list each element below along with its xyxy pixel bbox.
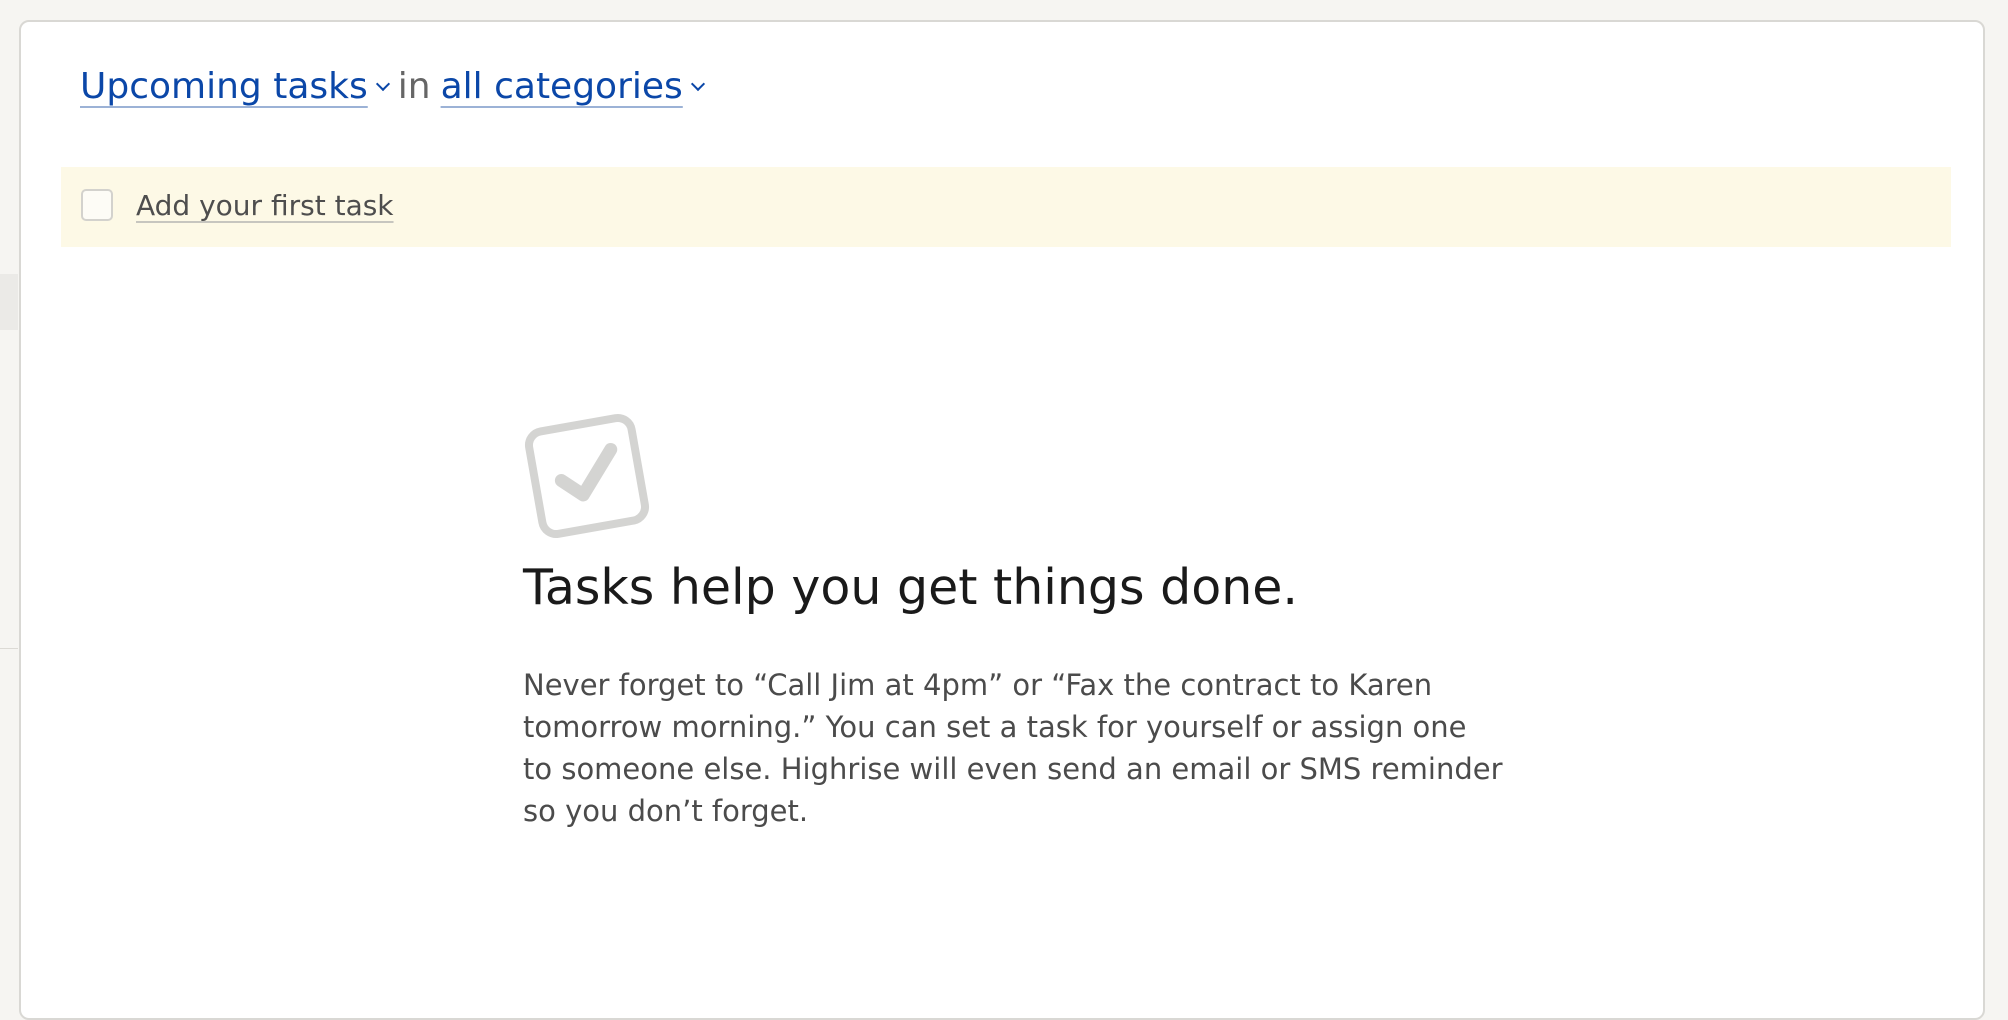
sidebar-edge-divider [0, 648, 18, 649]
empty-state-title: Tasks help you get things done. [523, 559, 1299, 616]
checkbox-check-icon [524, 413, 650, 539]
tasks-panel: Upcoming tasks in all categories Add your … [19, 20, 1985, 1020]
chevron-down-icon [690, 76, 705, 92]
header-connector: in [397, 66, 431, 107]
chevron-down-icon [375, 76, 390, 92]
sidebar-edge-tab [0, 274, 18, 330]
add-task-row[interactable]: Add your first task [61, 167, 1951, 247]
tasks-header: Upcoming tasks in all categories [80, 62, 705, 112]
empty-state-description: Never forget to “Call Jim at 4pm” or “Fa… [523, 668, 1503, 828]
task-view-label: Upcoming tasks [80, 66, 368, 107]
add-task-link[interactable]: Add your first task [136, 187, 394, 225]
add-task-checkbox[interactable] [81, 189, 113, 221]
task-view-dropdown[interactable]: Upcoming tasks [80, 66, 390, 107]
category-label: all categories [440, 66, 683, 107]
category-dropdown[interactable]: all categories [440, 66, 705, 107]
